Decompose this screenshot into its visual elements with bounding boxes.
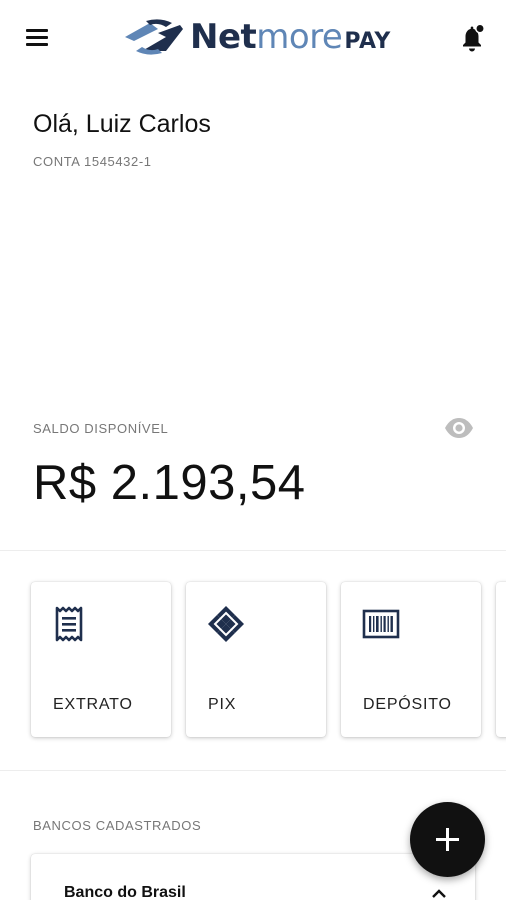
extrato-label: EXTRATO <box>53 696 133 713</box>
receipt-icon <box>55 606 83 642</box>
extrato-card[interactable]: EXTRATO <box>31 582 171 737</box>
balance-value: R$ 2.193,54 <box>33 456 306 510</box>
chevron-up-icon <box>432 889 446 898</box>
eye-icon[interactable] <box>442 414 476 442</box>
pix-card[interactable]: PIX <box>186 582 326 737</box>
bank-item-banco-do-brasil[interactable]: Banco do Brasil <box>31 854 475 900</box>
logo-mark-icon <box>125 19 183 55</box>
deposito-label: DEPÓSITO <box>363 696 452 713</box>
account-number: CONTA 1545432-1 <box>33 154 152 169</box>
hamburger-menu-icon[interactable] <box>22 24 54 56</box>
top-bar: Net more PAY <box>0 0 506 80</box>
barcode-icon <box>362 609 400 639</box>
plus-icon <box>436 828 459 851</box>
next-action-card[interactable] <box>496 582 506 737</box>
logo-net-text: Net <box>190 17 257 57</box>
pix-label: PIX <box>208 696 237 713</box>
notification-bell-icon[interactable] <box>455 22 489 56</box>
greeting-text: Olá, Luiz Carlos <box>33 110 211 138</box>
banks-section-label: BANCOS CADASTRADOS <box>33 818 202 833</box>
balance-label: SALDO DISPONÍVEL <box>33 421 169 436</box>
add-fab-button[interactable] <box>410 802 485 877</box>
section-divider <box>0 550 506 551</box>
quick-actions-carousel[interactable]: EXTRATO PIX DEPÓSITO <box>0 552 506 770</box>
bank-name: Banco do Brasil <box>64 884 186 900</box>
logo-pay-text: PAY <box>344 29 391 54</box>
logo-more-text: more <box>256 17 343 57</box>
deposito-card[interactable]: DEPÓSITO <box>341 582 481 737</box>
pix-icon <box>208 606 244 642</box>
section-divider <box>0 770 506 771</box>
netmore-pay-logo: Net more PAY <box>122 14 391 60</box>
